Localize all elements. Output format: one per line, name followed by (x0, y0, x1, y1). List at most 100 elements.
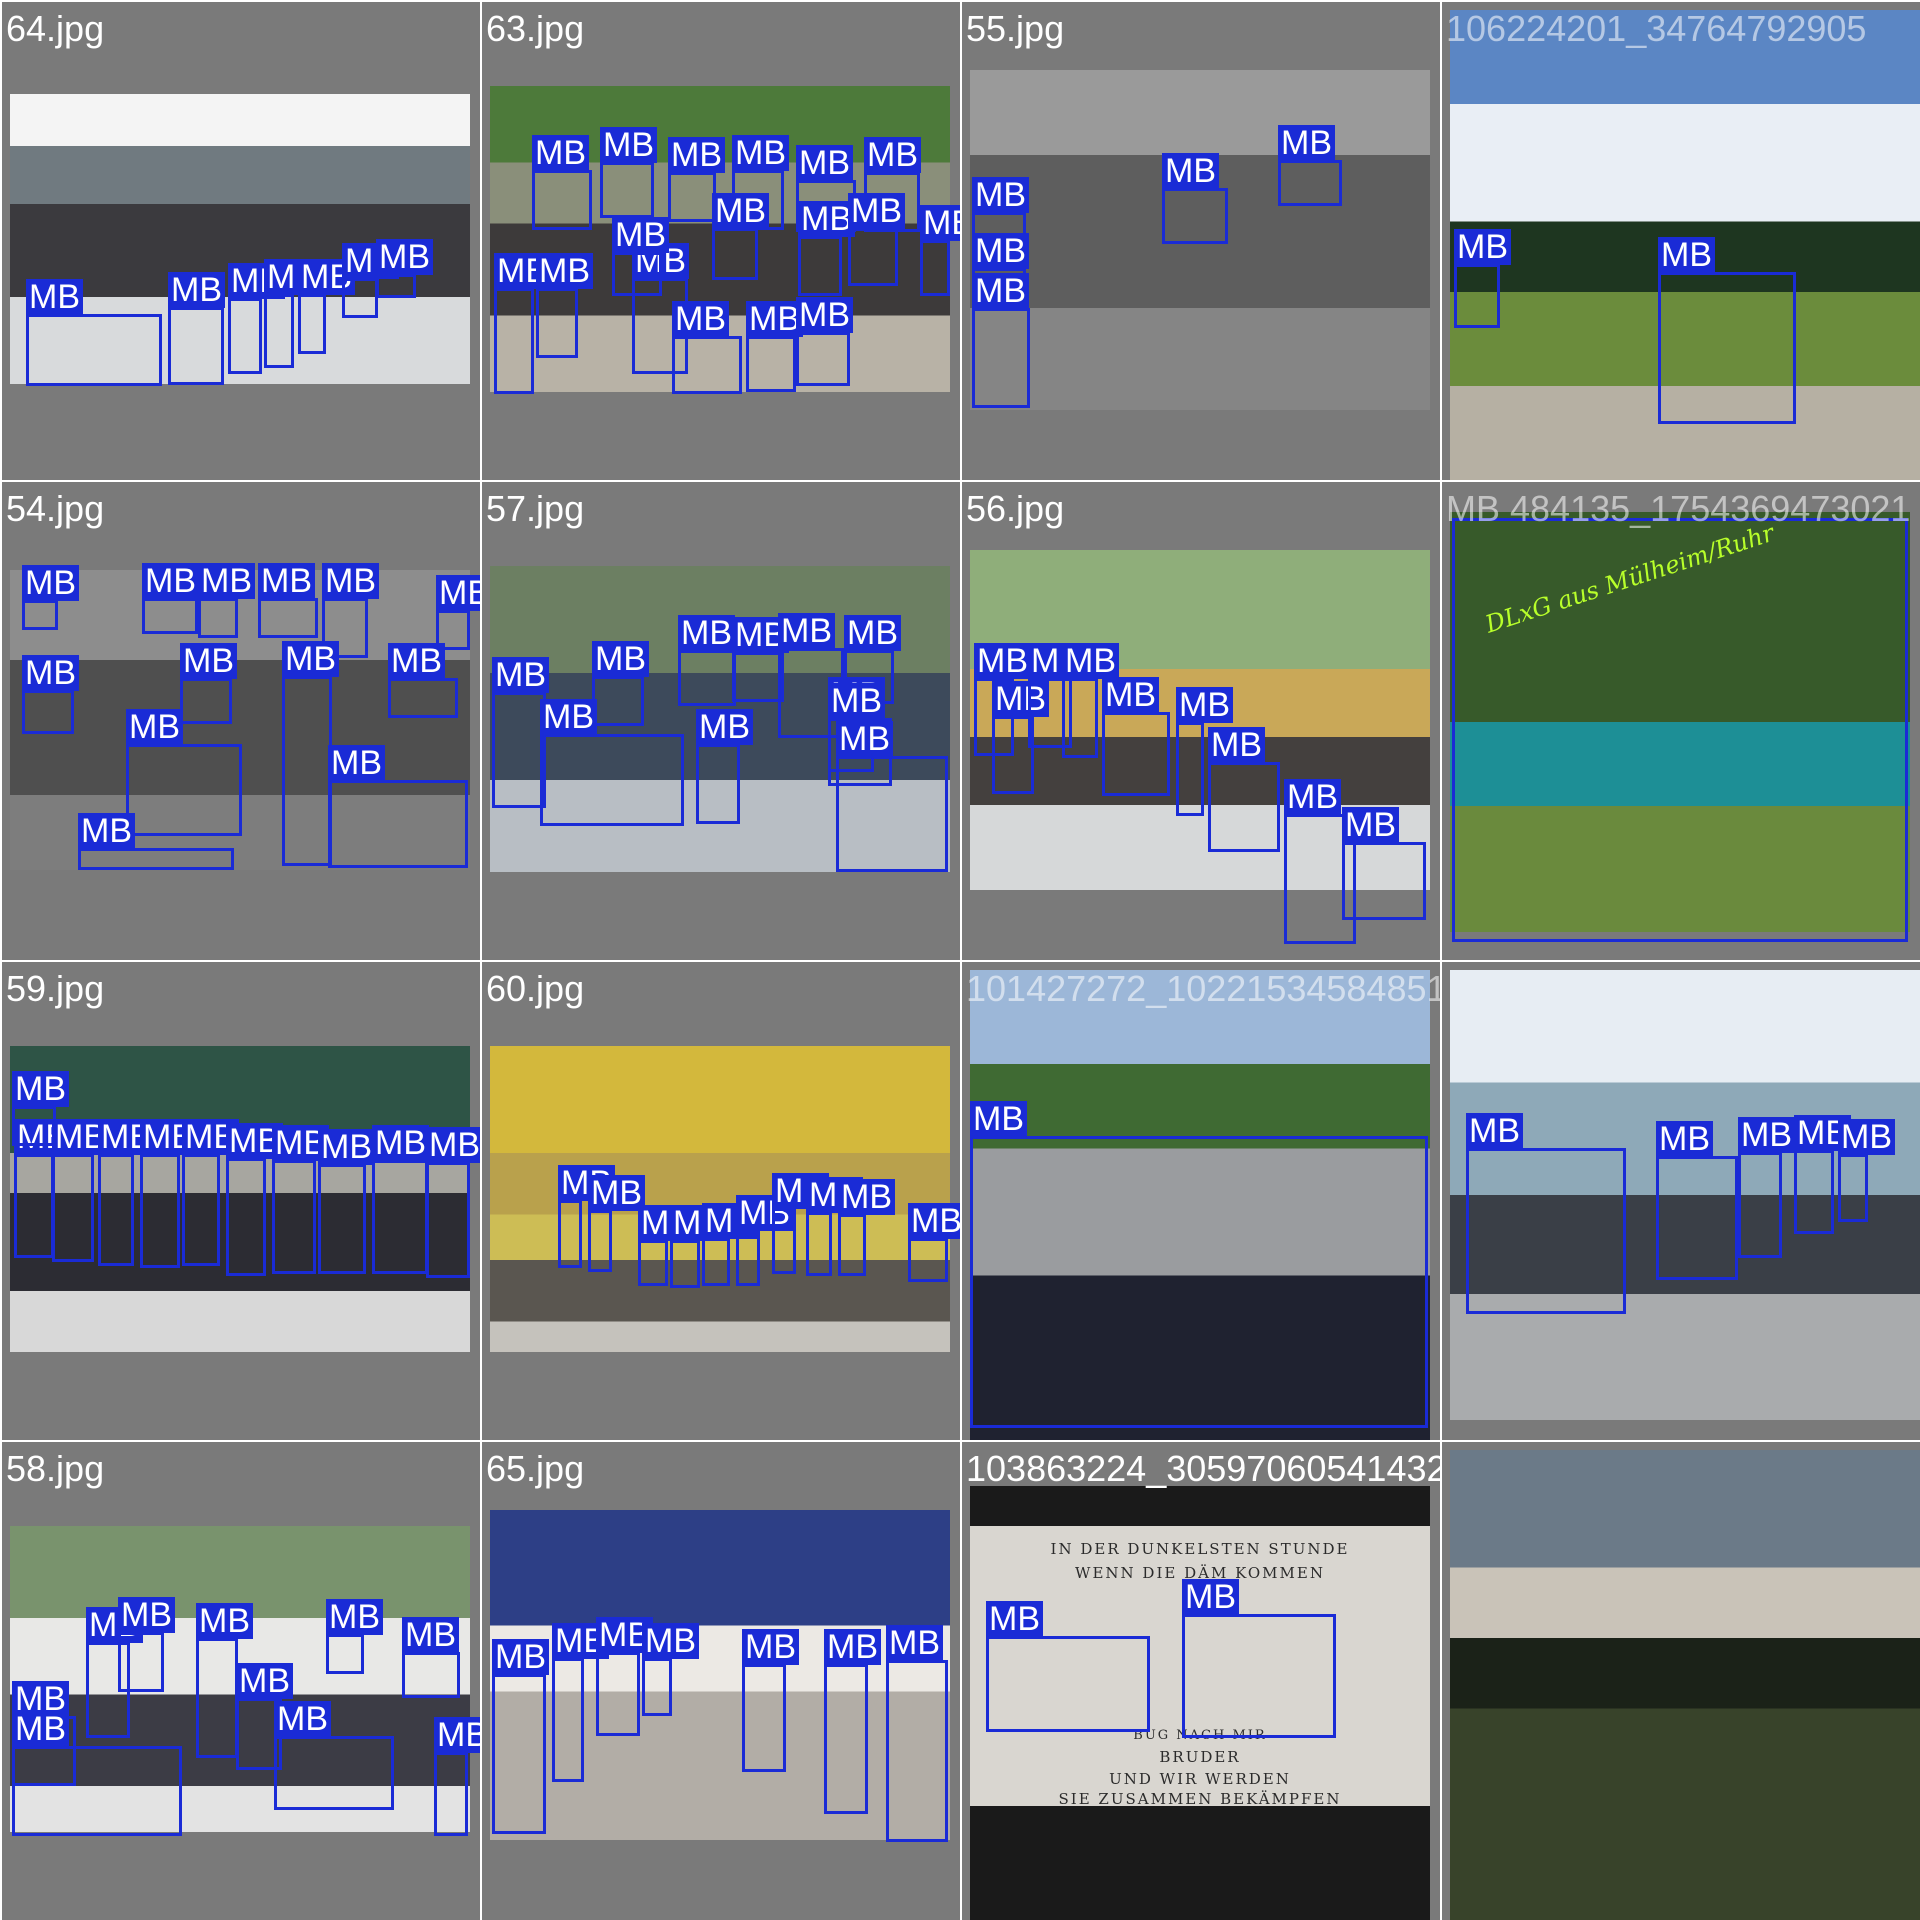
tile-58[interactable]: 58.jpg MB MB MB MB MB MB MB MB MB MB (2, 1442, 480, 1920)
bbox: MB (1176, 687, 1233, 816)
bbox-label: MB (402, 1617, 459, 1653)
bbox: MB (796, 297, 853, 386)
bbox: MB (328, 745, 468, 868)
tile-106224201[interactable]: 106224201_34764792905 MB MB (1442, 2, 1920, 480)
bbox: MB (434, 1717, 480, 1836)
bbox: MB (22, 655, 79, 734)
bbox-label: MB (22, 655, 79, 691)
bbox-label: MB (198, 563, 255, 599)
bbox: MB (592, 641, 649, 726)
bbox-label: MB (712, 193, 769, 229)
bbox: MB (558, 1165, 615, 1268)
tile-title: 103863224_305970605414326573458484998790… (966, 1448, 1440, 1489)
tile-title: 65.jpg (486, 1448, 585, 1489)
bbox-label: MB (258, 563, 315, 599)
bbox: MB (600, 127, 657, 218)
bbox: MB (492, 1639, 549, 1834)
bbox: MB (696, 709, 753, 824)
bbox: MB (98, 1119, 155, 1266)
bbox: MB (388, 643, 458, 718)
bbox-label: MB (142, 563, 199, 599)
tile-56[interactable]: 56.jpg MB MB MB MB MB MB MB MB MB (962, 482, 1440, 960)
poster-line: IN DER DUNKELSTEN STUNDE (1050, 1540, 1350, 1558)
tile-64[interactable]: 64.jpg MB MB MB MB MB MB MB (2, 2, 480, 480)
bbox: MB (642, 1623, 699, 1716)
bbox: MB (798, 201, 855, 296)
tile-103863224[interactable]: IN DER DUNKELSTEN STUNDE WENN DIE DÄM KO… (962, 1442, 1440, 1920)
bbox: MB (228, 263, 285, 374)
tile-dealer[interactable]: MB MB MB MB MB (1442, 962, 1920, 1440)
bbox: MB (226, 1123, 283, 1276)
bbox-label: MB (742, 1629, 799, 1665)
bbox: MB (12, 1711, 182, 1836)
bbox: MB (836, 721, 948, 872)
bbox-label: MB (1658, 237, 1715, 273)
bbox: MB (638, 1205, 695, 1286)
bbox-label: MB (376, 239, 433, 275)
bbox-label: MB (612, 217, 669, 253)
bbox-label: MB (168, 272, 225, 308)
tile-101427272[interactable]: 101427272_102215345848510409812524296612… (962, 962, 1440, 1440)
tile-63[interactable]: 63.jpg MB MB MB MB MB MB MB MB MB MB MB … (482, 2, 960, 480)
bbox-label: MB (532, 135, 589, 171)
bbox-label: MB (388, 643, 445, 679)
bbox-label: MB (436, 575, 480, 611)
bbox-label: MB (986, 1601, 1043, 1637)
tile-60[interactable]: 60.jpg MB MB MB MB MB MB MB MB MB MB (482, 962, 960, 1440)
bbox-label: MB (492, 1639, 549, 1675)
bbox: MB (274, 1701, 394, 1810)
bbox: MB (824, 1629, 881, 1814)
bbox-label: MB (1208, 727, 1265, 763)
tile-title: 56.jpg (966, 488, 1065, 529)
bbox: MB (540, 699, 684, 826)
bbox-label: MB (972, 233, 1029, 269)
bbox: MB (712, 193, 769, 280)
bbox: MB (318, 1129, 375, 1274)
bbox: MB (140, 1119, 197, 1268)
bbox-label: MB (326, 1599, 383, 1635)
bbox-label: MB (1102, 677, 1159, 713)
bbox: MB (1656, 1121, 1738, 1280)
bbox-label: MB (492, 657, 549, 693)
tile-dusk[interactable] (1442, 1442, 1920, 1920)
tile-title: 54.jpg (6, 488, 105, 529)
bbox: MB (26, 279, 162, 386)
bbox-label: MB (588, 1175, 645, 1211)
bbox-label: MB (26, 279, 83, 315)
bbox-label: MB (864, 137, 921, 173)
tile-title: 63.jpg (486, 8, 585, 49)
bbox: MB (552, 1623, 609, 1782)
tile-title: 106224201_34764792905 (1446, 8, 1867, 49)
tile-title: 59.jpg (6, 968, 105, 1009)
bbox-label: MB (796, 297, 853, 333)
bbox-label: MB (328, 745, 385, 781)
bbox: MB (494, 253, 551, 394)
bbox: MB (342, 243, 399, 318)
bbox: MB (1208, 727, 1280, 852)
tile-57[interactable]: 57.jpg MB MB MB MB MB MB MB MB MB MB MB (482, 482, 960, 960)
bbox-label: MB (1284, 779, 1341, 815)
bbox-label: MB (180, 643, 237, 679)
bbox: MB (180, 643, 237, 724)
bbox-label: MB (836, 721, 893, 757)
tile-54[interactable]: 54.jpg MB MB MB MB MB MB MB MB MB MB MB … (2, 482, 480, 960)
bbox-label: MB (1176, 687, 1233, 723)
bbox-label: MB (1838, 1119, 1895, 1155)
bbox: MB (1658, 237, 1796, 424)
bbox-label: MB (1162, 153, 1219, 189)
bbox: MB (772, 1173, 829, 1274)
bbox-label: MB (778, 613, 835, 649)
bbox: MB (298, 259, 355, 354)
tile-59[interactable]: 59.jpg MB MB MB MB MB MB MB MB MB MB MB (2, 962, 480, 1440)
bbox-label: MB (78, 813, 135, 849)
tile-55[interactable]: 55.jpg MB MB MB MB MB (962, 2, 1440, 480)
bbox-label: MB (908, 1203, 960, 1239)
tile-484135[interactable]: MB 484135_1754369473021 DLxG aus Mülheim… (1442, 482, 1920, 960)
bbox: MB (14, 1119, 71, 1258)
bbox-label: MB (274, 1701, 331, 1737)
bbox: MB (1162, 153, 1228, 244)
bbox: MB (282, 641, 339, 866)
tile-65[interactable]: 65.jpg MB MB MB MB MB MB MB (482, 1442, 960, 1920)
bbox: MB (668, 137, 725, 222)
bbox: MB (142, 563, 199, 634)
